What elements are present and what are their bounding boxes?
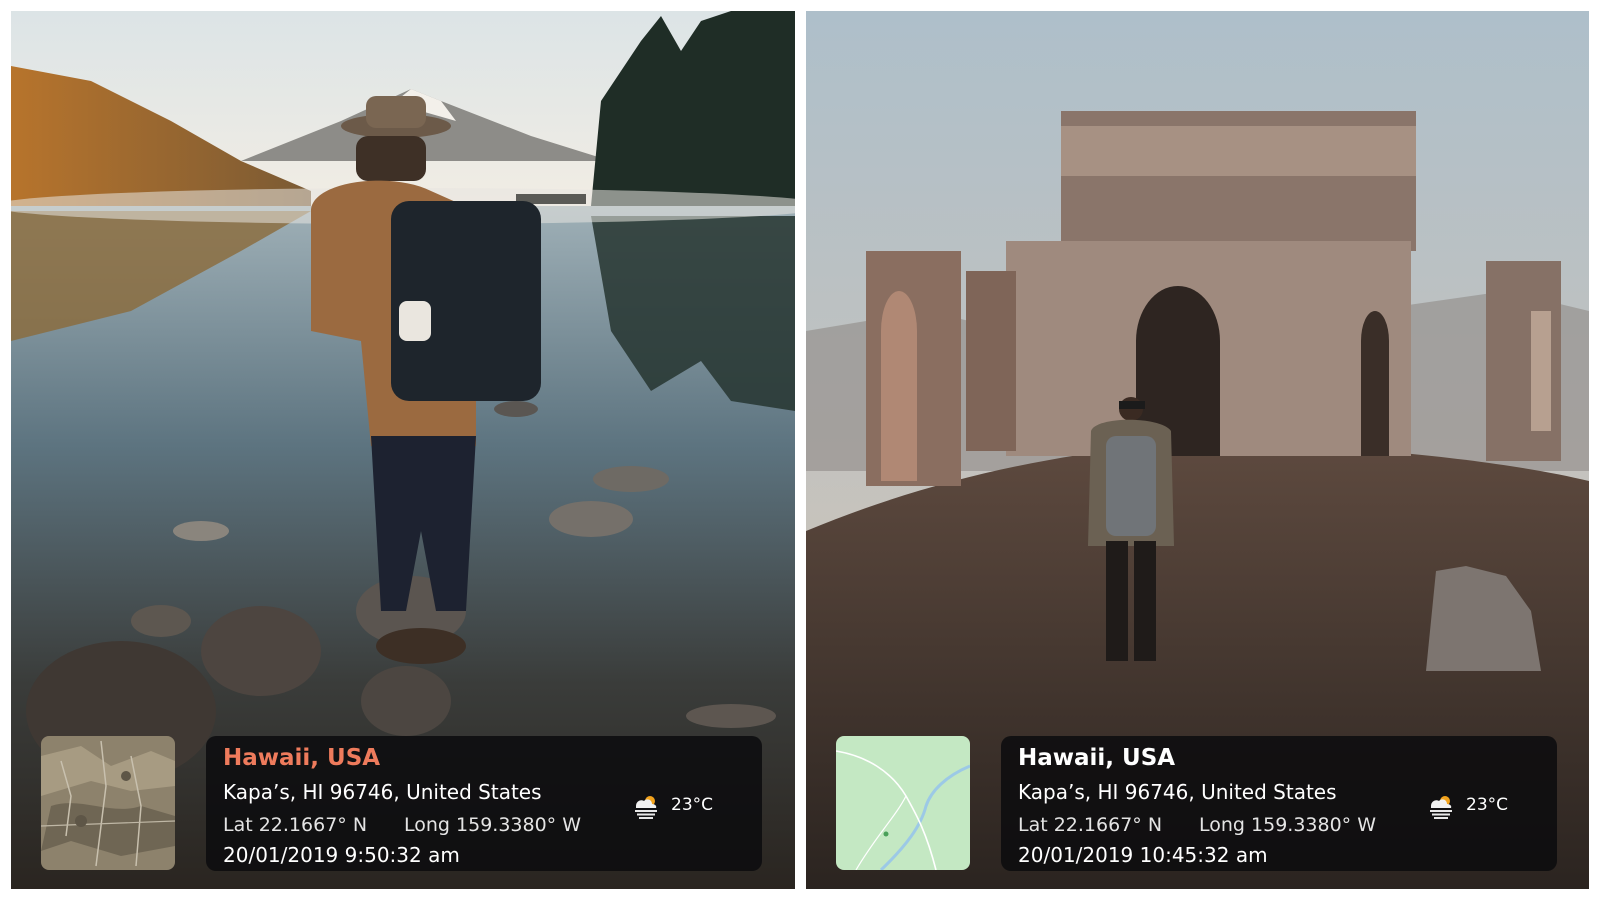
datetime-text: 20/01/2019 9:50:32 am	[223, 843, 460, 867]
satellite-map-thumbnail[interactable]	[41, 736, 175, 870]
road-map-image	[836, 736, 970, 870]
weather-widget: 23°C	[631, 790, 713, 820]
partly-sunny-icon	[1430, 796, 1452, 819]
address-line: Kapa’s, HI 96746, United States	[223, 780, 542, 804]
weather-widget: 23°C	[1426, 790, 1508, 820]
temperature-text: 23°C	[671, 795, 714, 815]
location-info-card: Hawaii, USA Kapa’s, HI 96746, United Sta…	[1001, 736, 1557, 871]
latitude-text: Lat 22.1667° N	[223, 814, 368, 836]
road-map-thumbnail[interactable]	[836, 736, 970, 870]
latitude-text: Lat 22.1667° N	[1018, 814, 1163, 836]
longitude-text: Long 159.3380° W	[404, 814, 582, 836]
photo-panel-lake: Hawaii, USA Kapa’s, HI 96746, United Sta…	[11, 11, 795, 889]
photo-panel-ruins: Hawaii, USA Kapa’s, HI 96746, United Sta…	[806, 11, 1589, 889]
location-info-card: Hawaii, USA Kapa’s, HI 96746, United Sta…	[206, 736, 762, 871]
address-line: Kapa’s, HI 96746, United States	[1018, 780, 1337, 804]
location-name: Hawaii, USA	[1018, 745, 1176, 771]
longitude-text: Long 159.3380° W	[1199, 814, 1377, 836]
partly-sunny-icon	[635, 796, 657, 819]
satellite-map-image	[41, 736, 175, 870]
location-name: Hawaii, USA	[223, 745, 381, 771]
temperature-text: 23°C	[1466, 795, 1509, 815]
datetime-text: 20/01/2019 10:45:32 am	[1018, 843, 1268, 867]
